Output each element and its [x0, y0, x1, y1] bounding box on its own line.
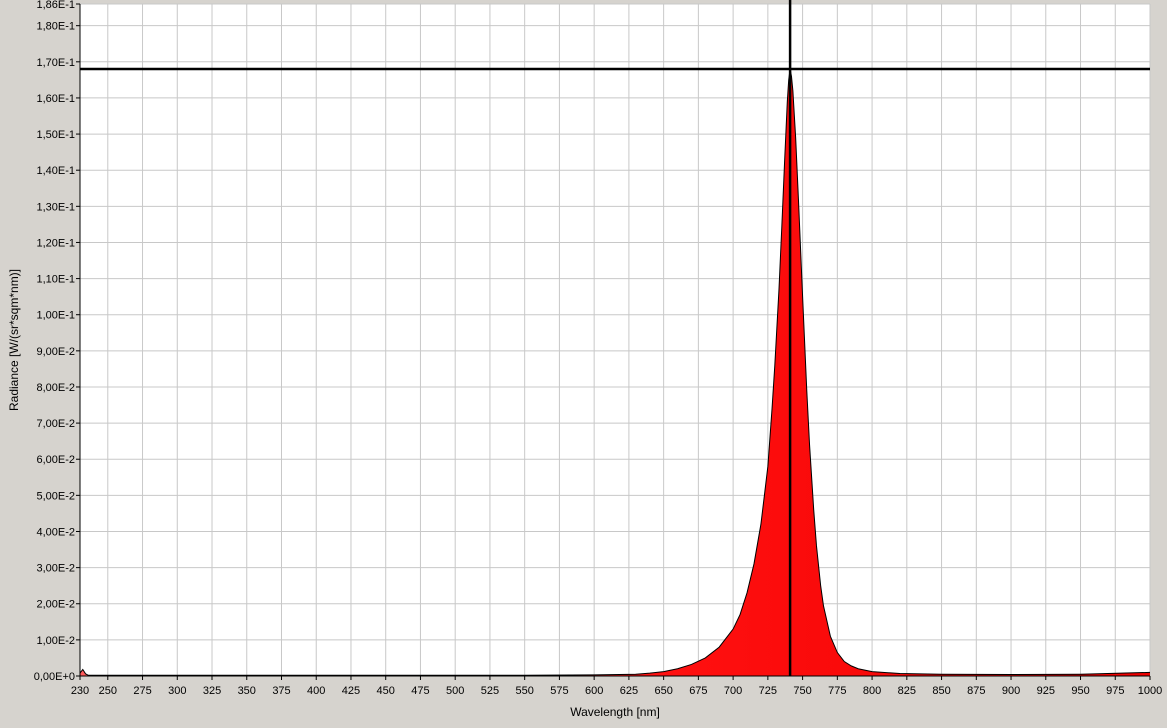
x-axis-title: Wavelength [nm]: [570, 705, 660, 719]
y-tick-label: 1,70E-1: [36, 57, 75, 69]
x-tick-label: 250: [99, 685, 117, 697]
y-tick-label: 1,10E-1: [36, 274, 75, 286]
x-tick-label: 300: [168, 685, 186, 697]
y-tick-label: 9,00E-2: [36, 346, 75, 358]
x-tick-label: 400: [307, 685, 325, 697]
x-tick-label: 525: [481, 685, 499, 697]
y-tick-label: 1,40E-1: [36, 165, 75, 177]
plot-area: [80, 4, 1150, 676]
x-tick-label: 550: [515, 685, 533, 697]
x-tick-label: 230: [71, 685, 89, 697]
x-tick-label: 425: [342, 685, 360, 697]
x-tick-label: 500: [446, 685, 464, 697]
y-tick-label: 1,00E-1: [36, 310, 75, 322]
y-tick-label: 8,00E-2: [36, 382, 75, 394]
spectrum-chart: 0,00E+0 1,00E-2 2,00E-2 3,00E-2 4,00E-2 5,00E…: [0, 0, 1167, 723]
y-tick-label: 7,00E-2: [36, 418, 75, 430]
x-tick-label: 950: [1071, 685, 1089, 697]
y-tick-label: 1,20E-1: [36, 237, 75, 249]
x-tick-label: 775: [828, 685, 846, 697]
x-tick-label: 450: [377, 685, 395, 697]
y-tick-label: 3,00E-2: [36, 563, 75, 575]
x-tick-label: 975: [1106, 685, 1124, 697]
x-tick-label: 1000: [1138, 685, 1162, 697]
x-tick-label: 875: [967, 685, 985, 697]
y-tick-label: 2,00E-2: [36, 599, 75, 611]
x-tick-label: 375: [272, 685, 290, 697]
x-tick-label: 675: [689, 685, 707, 697]
y-tick-label: 1,60E-1: [36, 93, 75, 105]
x-tick-label: 275: [133, 685, 151, 697]
x-tick-label: 700: [724, 685, 742, 697]
x-tick-label: 900: [1002, 685, 1020, 697]
x-tick-label: 725: [759, 685, 777, 697]
x-tick-label: 650: [654, 685, 672, 697]
x-tick-label: 575: [550, 685, 568, 697]
x-tick-label: 750: [793, 685, 811, 697]
x-tick-label: 600: [585, 685, 603, 697]
x-tick-label: 350: [238, 685, 256, 697]
y-tick-label: 1,00E-2: [36, 635, 75, 647]
y-tick-label: 1,30E-1: [36, 201, 75, 213]
y-axis-title: Radiance [W/(sr*sqm*nm)]: [7, 269, 21, 411]
x-tick-label: 800: [863, 685, 881, 697]
x-tick-label: 850: [932, 685, 950, 697]
x-tick-label: 475: [411, 685, 429, 697]
y-tick-label: 5,00E-2: [36, 490, 75, 502]
y-tick-label: 1,50E-1: [36, 129, 75, 141]
x-tick-label: 325: [203, 685, 221, 697]
y-tick-label: 4,00E-2: [36, 526, 75, 538]
x-tick-label: 825: [898, 685, 916, 697]
y-tick-label: 1,80E-1: [36, 21, 75, 33]
y-tick-label: 6,00E-2: [36, 454, 75, 466]
y-tick-label: 1,86E-1: [36, 0, 75, 11]
x-tick-label: 625: [620, 685, 638, 697]
y-tick-label: 0,00E+0: [34, 671, 75, 683]
chart-svg: 0,00E+0 1,00E-2 2,00E-2 3,00E-2 4,00E-2 5,00E…: [7, 0, 1162, 719]
x-tick-label: 925: [1037, 685, 1055, 697]
